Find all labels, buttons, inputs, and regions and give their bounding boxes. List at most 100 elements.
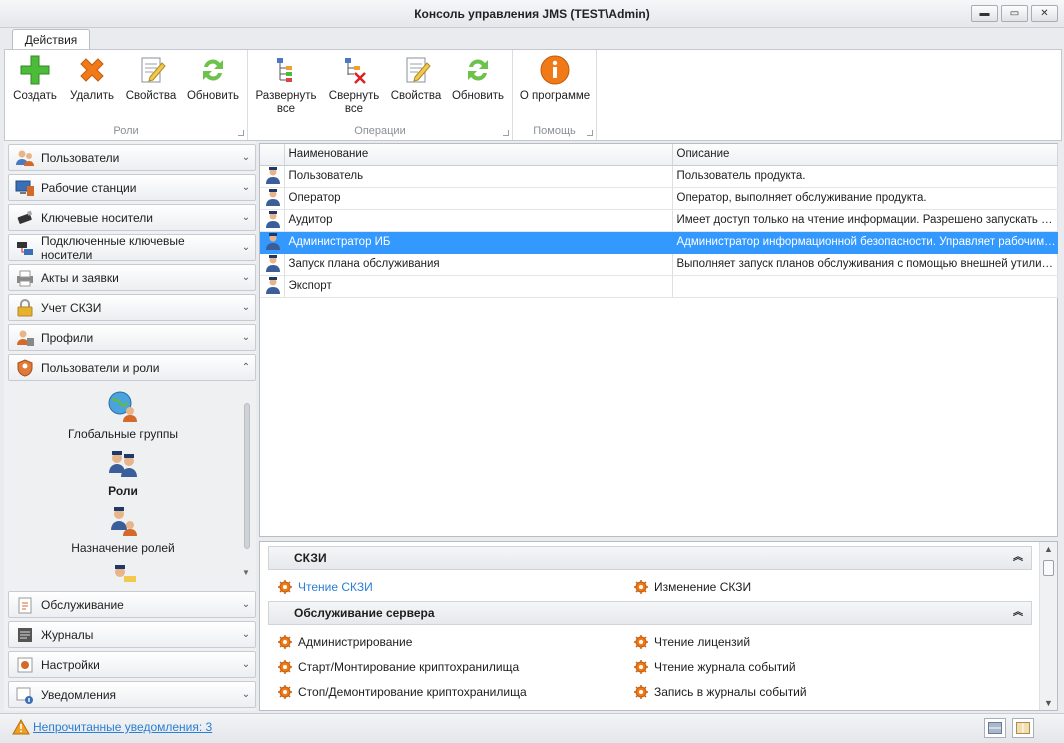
about-button[interactable]: О программе xyxy=(517,54,593,103)
permission-item[interactable]: Изменение СКЗИ xyxy=(634,580,751,594)
permissions-scrollbar-thumb[interactable] xyxy=(1043,560,1054,576)
permission-item[interactable]: Запись в журналы событий xyxy=(634,685,807,699)
nav-item-settings[interactable]: Настройки ⌄ xyxy=(8,651,256,678)
group-launcher-icon[interactable] xyxy=(238,130,244,136)
permissions-scrollbar[interactable]: ▲ ▼ xyxy=(1039,542,1057,710)
operation-properties-button[interactable]: Свойства xyxy=(388,54,444,103)
permission-item[interactable]: Чтение журнала событий xyxy=(634,660,796,674)
users-icon xyxy=(15,148,35,168)
icon-column-header[interactable] xyxy=(260,144,285,166)
chevron-down-icon: ⌄ xyxy=(241,599,251,610)
permission-item[interactable]: Администрирование xyxy=(278,635,412,649)
ribbon-group-operations: Развернуть все Свернуть все Свойства Обн… xyxy=(248,50,513,140)
table-row[interactable]: Запуск плана обслуживания Выполняет запус… xyxy=(260,253,1058,276)
scroll-up-icon[interactable]: ▲ xyxy=(1040,544,1057,554)
nav-item-workstations[interactable]: Рабочие станции ⌄ xyxy=(8,174,256,201)
nav-subitem-global-groups[interactable]: Глобальные группы xyxy=(8,389,238,441)
role-name-cell: Оператор xyxy=(284,187,673,210)
role-icon xyxy=(260,209,285,232)
table-row[interactable]: Аудитор Имеет доступ только на чтение инф… xyxy=(260,209,1058,232)
gear-icon xyxy=(278,580,292,594)
roles-grid: Наименование Описание Пользователь Пользо… xyxy=(259,143,1058,537)
expand-all-button[interactable]: Развернуть все xyxy=(254,54,318,116)
role-description-cell xyxy=(672,275,1058,298)
ribbon-group-roles: Создать Удалить Свойства Обновить Роли xyxy=(5,50,248,140)
gear-icon xyxy=(634,660,648,674)
warning-icon xyxy=(12,718,30,735)
scroll-down-icon[interactable]: ▼ xyxy=(1040,698,1057,708)
scroll-down-icon[interactable]: ▼ xyxy=(242,568,250,577)
refresh-button[interactable]: Обновить xyxy=(183,54,243,103)
ribbon-group-label: Роли xyxy=(113,125,139,137)
settings-icon xyxy=(15,655,35,675)
section-header-server-maintenance[interactable]: Обслуживание сервера ︽ xyxy=(268,601,1032,625)
lock-icon xyxy=(15,298,35,318)
nav-item-notifications[interactable]: Уведомления ⌄ xyxy=(8,681,256,708)
table-row[interactable]: Экспорт xyxy=(260,275,1058,298)
permission-item[interactable]: Чтение СКЗИ xyxy=(278,580,373,594)
nav-item-users[interactable]: Пользователи ⌄ xyxy=(8,144,256,171)
maximize-button[interactable]: ▭ xyxy=(1001,5,1028,22)
nav-scrollbar-thumb[interactable] xyxy=(244,403,250,549)
collapse-icon[interactable]: ︽ xyxy=(1013,602,1023,624)
journal-icon xyxy=(15,625,35,645)
create-button[interactable]: Создать xyxy=(9,54,61,103)
column-header-name[interactable]: Наименование xyxy=(284,144,673,166)
table-row[interactable]: Администратор ИБ Администратор информацио… xyxy=(260,231,1058,254)
table-row[interactable]: Пользователь Пользователь продукта. xyxy=(260,165,1058,188)
refresh-icon xyxy=(462,54,494,86)
nav-subitem-more[interactable] xyxy=(8,560,238,582)
permission-item[interactable]: Стоп/Демонтирование криптохранилища xyxy=(278,685,527,699)
info-icon xyxy=(539,54,571,86)
status-bar: Непрочитанные уведомления: 3 xyxy=(0,713,1064,743)
role-description-cell: Выполняет запуск планов обслуживания с п… xyxy=(672,253,1058,276)
printer-icon xyxy=(15,268,35,288)
nav-item-users-roles[interactable]: Пользователи и роли ⌃ xyxy=(8,354,256,381)
chevron-down-icon: ⌄ xyxy=(241,689,251,700)
close-button[interactable]: ✕ xyxy=(1031,5,1058,22)
nav-item-skzi-accounting[interactable]: Учет СКЗИ ⌄ xyxy=(8,294,256,321)
nav-subitem-roles[interactable]: Роли xyxy=(8,446,238,498)
gear-icon xyxy=(278,660,292,674)
group-launcher-icon[interactable] xyxy=(503,130,509,136)
tab-actions[interactable]: Действия xyxy=(12,29,90,50)
maintenance-icon xyxy=(15,595,35,615)
ribbon-tabs: Действия xyxy=(0,28,1064,50)
delete-button[interactable]: Удалить xyxy=(65,54,119,103)
nav-item-key-carriers[interactable]: Ключевые носители ⌄ xyxy=(8,204,256,231)
operation-refresh-button[interactable]: Обновить xyxy=(448,54,508,103)
chevron-down-icon: ⌄ xyxy=(241,272,251,283)
role-name-cell: Администратор ИБ xyxy=(284,231,673,254)
gear-icon xyxy=(634,580,648,594)
nav-item-profiles[interactable]: Профили ⌄ xyxy=(8,324,256,351)
layout-vertical-button[interactable] xyxy=(1012,718,1034,738)
nav-item-connected-carriers[interactable]: Подключенные ключевые носители ⌄ xyxy=(8,234,256,262)
nav-item-journals[interactable]: Журналы ⌄ xyxy=(8,621,256,648)
table-row[interactable]: Оператор Оператор, выполняет обслуживание… xyxy=(260,187,1058,210)
role-icon xyxy=(260,165,285,188)
minimize-button[interactable]: ▬ xyxy=(971,5,998,22)
role-icon xyxy=(260,275,285,298)
layout-vertical-icon xyxy=(1016,722,1030,734)
column-header-description[interactable]: Описание xyxy=(672,144,1058,166)
nav-item-acts[interactable]: Акты и заявки ⌄ xyxy=(8,264,256,291)
collapse-icon[interactable]: ︽ xyxy=(1013,547,1023,569)
role-icon xyxy=(260,187,285,210)
nav-scrollbar[interactable]: ▼ xyxy=(242,391,252,577)
permission-item[interactable]: Чтение лицензий xyxy=(634,635,750,649)
nav-item-maintenance[interactable]: Обслуживание ⌄ xyxy=(8,591,256,618)
role-name-cell: Экспорт xyxy=(284,275,673,298)
nav-subitem-role-assignment[interactable]: Назначение ролей xyxy=(8,503,238,555)
section-header-skzi[interactable]: СКЗИ ︽ xyxy=(268,546,1032,570)
group-launcher-icon[interactable] xyxy=(587,130,593,136)
collapse-all-button[interactable]: Свернуть все xyxy=(324,54,384,116)
unread-notifications-link[interactable]: Непрочитанные уведомления: 3 xyxy=(33,720,212,734)
window-title: Консоль управления JMS (TEST\Admin) xyxy=(414,7,650,21)
properties-icon xyxy=(135,54,167,86)
navigation-panel: Пользователи ⌄ Рабочие станции ⌄ Ключевы… xyxy=(4,141,256,711)
permissions-panel: СКЗИ ︽ Чтение СКЗИ Изменение СКЗИ Обслуж… xyxy=(259,541,1058,711)
layout-horizontal-button[interactable] xyxy=(984,718,1006,738)
properties-button[interactable]: Свойства xyxy=(123,54,179,103)
chevron-up-icon: ⌃ xyxy=(241,362,251,373)
permission-item[interactable]: Старт/Монтирование криптохранилища xyxy=(278,660,519,674)
